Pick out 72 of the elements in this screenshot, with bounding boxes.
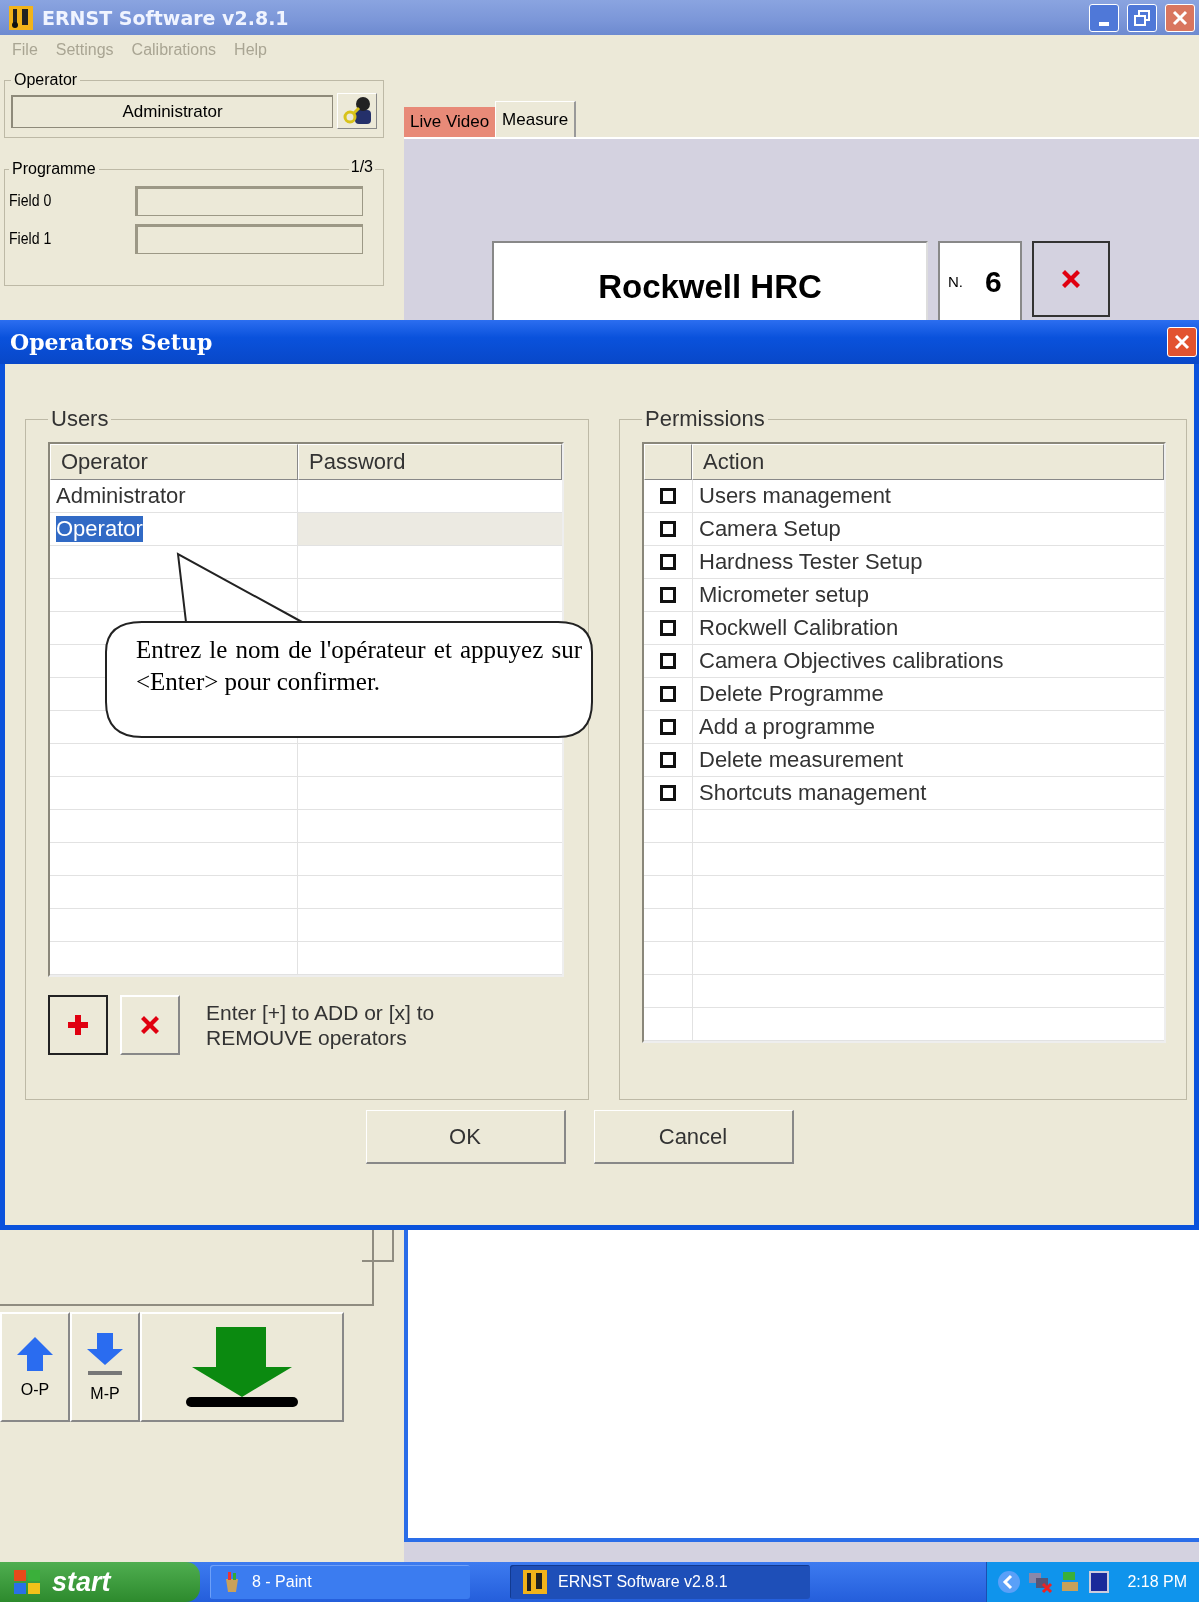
clock: 2:18 PM xyxy=(1127,1573,1187,1591)
close-button[interactable] xyxy=(1165,3,1195,32)
table-cell-text: Add a programme xyxy=(698,713,877,741)
checkbox[interactable] xyxy=(660,752,676,768)
count-label: N. xyxy=(948,273,963,290)
group-title: Operator xyxy=(13,71,79,89)
window-title: ERNST Software v2.8.1 xyxy=(42,6,290,29)
arrow-up-icon xyxy=(15,1335,55,1373)
taskbar-button[interactable]: 8 - Paint xyxy=(210,1565,470,1599)
table-cell: Operator xyxy=(56,516,143,542)
login-button[interactable] xyxy=(337,93,377,129)
shortcut-button[interactable]: O-P xyxy=(0,1312,70,1422)
group-title: Users xyxy=(50,406,110,432)
close-icon xyxy=(1173,333,1191,351)
checkbox[interactable] xyxy=(660,686,676,702)
table-cell-text: Camera Setup xyxy=(698,515,842,543)
chevron-left-icon[interactable] xyxy=(997,1570,1022,1594)
dialog-button[interactable]: Cancel xyxy=(593,1110,794,1164)
checkbox[interactable] xyxy=(660,587,676,603)
close-button[interactable] xyxy=(1167,327,1197,357)
checkbox[interactable] xyxy=(660,620,676,636)
table-cell-text: Hardness Tester Setup xyxy=(698,548,924,576)
minimize-icon xyxy=(1099,21,1109,26)
callout-text: Entrez le nom de l'opérateur et appuyez sur <Enter> pour confirmer. xyxy=(136,635,582,697)
checkbox[interactable] xyxy=(660,554,676,570)
user-key-icon xyxy=(341,96,373,126)
checkbox[interactable] xyxy=(660,719,676,735)
column-header[interactable]: Action xyxy=(692,444,1164,480)
operator-field: Administrator xyxy=(11,94,333,128)
table-cell-text: Rockwell Calibration xyxy=(698,614,900,642)
dialog-button[interactable]: OK xyxy=(365,1110,566,1164)
checkbox[interactable] xyxy=(660,521,676,537)
column-header[interactable]: Password xyxy=(298,444,562,480)
hint-text: Enter [+] to ADD or [x] to REMOUVE operators xyxy=(206,999,436,1051)
arrow-down-icon xyxy=(85,1331,125,1377)
input-field[interactable] xyxy=(135,224,363,254)
column-header[interactable]: Operator xyxy=(50,444,298,480)
restore-icon xyxy=(1133,8,1151,27)
table-cell-text: Users management xyxy=(698,482,892,510)
table-cell-text: Camera Objectives calibrations xyxy=(698,647,1005,675)
dialog-title: Operators Setup xyxy=(10,329,214,355)
count-value: 6 xyxy=(985,265,1002,299)
table-cell-text: Delete measurement xyxy=(698,746,905,774)
tab[interactable]: Measure xyxy=(495,101,577,137)
group-title: Permissions xyxy=(644,406,766,432)
shortcut-button[interactable] xyxy=(140,1312,344,1422)
close-icon xyxy=(1171,8,1189,27)
app-icon xyxy=(522,1569,548,1595)
field-label: Field 0 xyxy=(9,192,53,210)
checkbox[interactable] xyxy=(660,653,676,669)
app-icon xyxy=(8,4,34,31)
checkbox[interactable] xyxy=(660,488,676,504)
taskbar-button[interactable]: ERNST Software v2.8.1 xyxy=(510,1565,810,1599)
flag-icon xyxy=(12,1568,42,1596)
checkbox[interactable] xyxy=(660,785,676,801)
minimize-button[interactable] xyxy=(1089,3,1119,32)
restore-button[interactable] xyxy=(1127,3,1157,32)
monitor-icon[interactable] xyxy=(1087,1570,1112,1594)
shortcut-button[interactable]: M-P xyxy=(70,1312,140,1422)
group-title: Programme xyxy=(11,160,97,178)
remove-button[interactable] xyxy=(120,995,180,1055)
start-button[interactable]: start xyxy=(0,1562,200,1602)
table-cell-text: Micrometer setup xyxy=(698,581,870,609)
input-field[interactable] xyxy=(135,186,363,216)
table-cell-text: Delete Programme xyxy=(698,680,885,708)
table-cell: Administrator xyxy=(56,483,186,509)
table-cell-text: Shortcuts management xyxy=(698,779,928,807)
plus-icon xyxy=(66,1013,90,1037)
field-label: Field 1 xyxy=(9,230,53,248)
add-button[interactable] xyxy=(48,995,108,1055)
tab[interactable]: Live Video xyxy=(404,107,496,137)
delete-button[interactable] xyxy=(1032,241,1110,317)
